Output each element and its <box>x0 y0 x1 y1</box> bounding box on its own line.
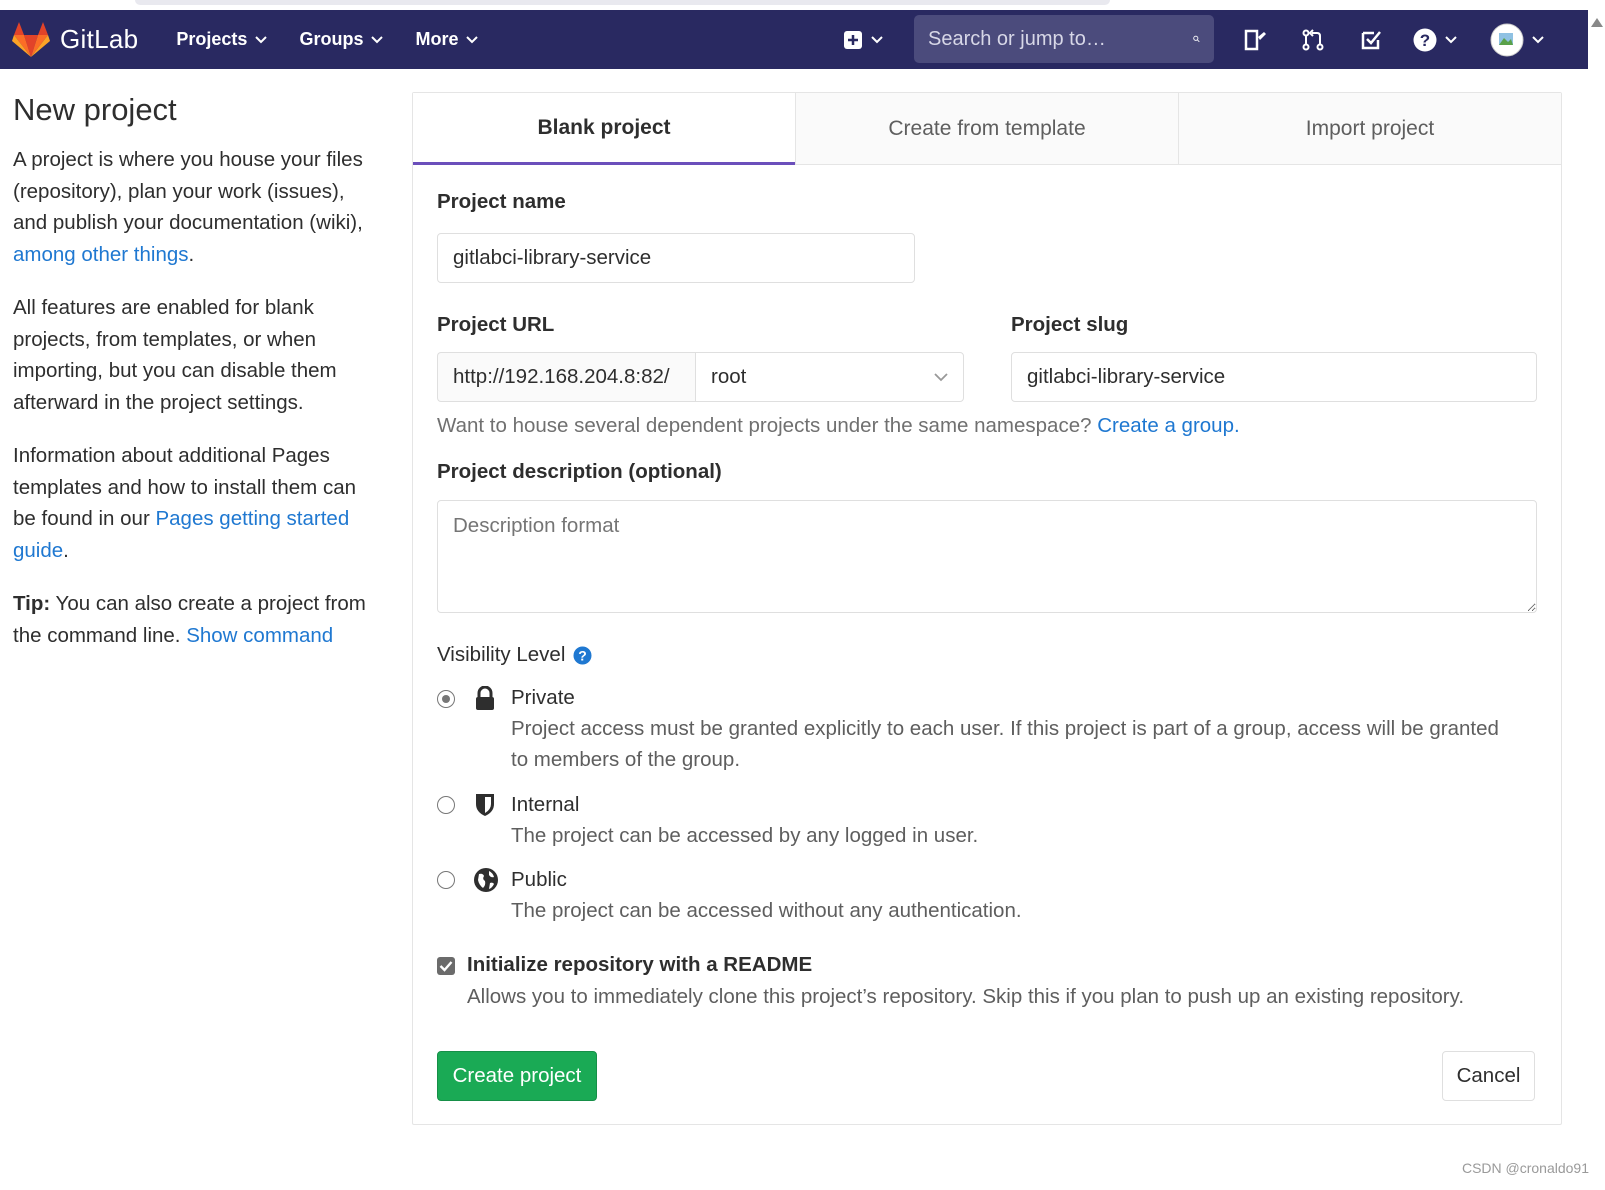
lock-icon <box>476 686 494 710</box>
help-dropdown[interactable]: ? <box>1413 10 1457 69</box>
pages-end: . <box>63 538 69 562</box>
avatar <box>1490 23 1524 56</box>
chevron-down-icon <box>371 35 384 43</box>
visibility-public-title: Public <box>511 868 567 891</box>
cancel-button[interactable]: Cancel <box>1442 1051 1535 1101</box>
intro-paragraph: A project is where you house your files … <box>13 144 368 270</box>
chevron-down-icon <box>255 35 268 43</box>
intro-end: . <box>188 242 195 266</box>
readme-label: Initialize repository with a README <box>467 953 813 976</box>
nav-menu: Projects Groups More <box>176 29 510 50</box>
browser-strip <box>0 0 1605 10</box>
visibility-private-title: Private <box>511 686 575 709</box>
globe-icon <box>474 868 498 892</box>
show-command-link[interactable]: Show command <box>186 624 333 647</box>
visibility-private-desc: Project access must be granted explicitl… <box>511 717 1499 771</box>
sidebar-info: New project A project is where you house… <box>13 92 368 673</box>
brand-name: GitLab <box>60 24 139 54</box>
search-input[interactable] <box>928 27 1193 51</box>
nav-groups-label: Groups <box>299 29 364 49</box>
project-name-label: Project name <box>437 190 566 213</box>
tip-label: Tip: <box>13 592 51 615</box>
svg-text:?: ? <box>579 647 588 663</box>
todos-button[interactable] <box>1360 10 1382 69</box>
browser-tab-bar <box>135 0 1110 5</box>
gitlab-logo-icon <box>12 21 50 57</box>
help-icon: ? <box>1413 28 1437 51</box>
visibility-internal-title: Internal <box>511 793 580 816</box>
merge-requests-button[interactable] <box>1302 10 1324 69</box>
chevron-down-icon <box>871 35 883 43</box>
chevron-down-icon <box>1532 35 1544 43</box>
nav-groups-dropdown[interactable]: Groups <box>299 29 384 50</box>
user-menu-dropdown[interactable] <box>1490 10 1544 69</box>
gitlab-home-link[interactable]: GitLab <box>12 21 139 58</box>
page-title: New project <box>13 92 177 127</box>
project-slug-input[interactable]: gitlabci-library-service <box>1011 352 1537 402</box>
namespace-hint: Want to house several dependent projects… <box>437 414 1240 438</box>
search-icon[interactable] <box>1193 29 1200 49</box>
scroll-up-arrow-icon[interactable] <box>1591 18 1603 27</box>
pages-paragraph: Information about additional Pages templ… <box>13 440 368 566</box>
visibility-label: Visibility Level <box>437 643 566 666</box>
intro-text: A project is where you house your files … <box>13 148 363 234</box>
project-name-input[interactable]: gitlabci-library-service <box>437 233 915 283</box>
new-dropdown-button[interactable] <box>843 10 883 69</box>
tab-import-project[interactable]: Import project <box>1178 93 1561 165</box>
tab-blank-project[interactable]: Blank project <box>413 93 795 165</box>
project-description-input[interactable] <box>437 500 1537 613</box>
nav-projects-dropdown[interactable]: Projects <box>176 29 268 50</box>
project-url-group: http://192.168.204.8:82/ root <box>437 352 964 402</box>
tab-blank-project-label: Blank project <box>537 115 671 139</box>
nav-more-dropdown[interactable]: More <box>415 29 479 50</box>
visibility-public-desc: The project can be accessed without any … <box>511 899 1022 922</box>
project-url-prefix: http://192.168.204.8:82/ <box>437 352 695 402</box>
visibility-public-radio[interactable] <box>437 871 455 889</box>
namespace-hint-text: Want to house several dependent projects… <box>437 414 1098 437</box>
issues-button[interactable] <box>1243 10 1267 69</box>
project-url-label: Project URL <box>437 313 555 336</box>
visibility-internal-desc: The project can be accessed by any logge… <box>511 824 979 847</box>
question-circle-icon[interactable]: ? <box>573 646 592 665</box>
create-group-link[interactable]: Create a group. <box>1097 414 1239 437</box>
merge-request-icon <box>1302 28 1324 50</box>
check-icon <box>439 961 453 972</box>
tab-import-label: Import project <box>1305 116 1435 140</box>
svg-text:?: ? <box>1420 31 1430 50</box>
nav-projects-label: Projects <box>176 29 248 49</box>
namespace-select[interactable]: root <box>695 352 964 402</box>
watermark: CSDN @cronaldo91 <box>1461 1160 1589 1176</box>
visibility-internal-radio[interactable] <box>437 796 455 814</box>
plus-square-icon <box>844 30 862 49</box>
issues-icon <box>1244 29 1266 50</box>
readme-desc: Allows you to immediately clone this pro… <box>467 985 1465 1008</box>
page-scrollbar[interactable] <box>1588 0 1605 1190</box>
project-description-label: Project description (optional) <box>437 460 722 483</box>
features-paragraph: All features are enabled for blank proje… <box>13 296 337 414</box>
shield-icon <box>476 794 494 816</box>
visibility-heading: Visibility Level ? <box>437 643 592 667</box>
chevron-down-icon <box>1445 35 1457 43</box>
readme-checkbox[interactable] <box>437 957 455 975</box>
tab-template-label: Create from template <box>888 116 1086 140</box>
namespace-value: root <box>711 365 747 388</box>
project-slug-label: Project slug <box>1011 313 1129 336</box>
create-project-button[interactable]: Create project <box>437 1051 597 1101</box>
visibility-private-radio[interactable] <box>437 690 455 708</box>
project-tabs: Blank project Create from template Impor… <box>413 93 1561 165</box>
tip-paragraph: Tip: You can also create a project from … <box>13 588 368 651</box>
chevron-down-icon <box>934 372 948 381</box>
todo-check-icon <box>1361 30 1381 49</box>
search-box <box>914 15 1214 63</box>
among-other-things-link[interactable]: among other things <box>13 243 189 266</box>
chevron-down-icon <box>466 35 479 43</box>
tab-create-from-template[interactable]: Create from template <box>795 93 1178 165</box>
nav-more-label: More <box>415 29 459 49</box>
top-navbar: GitLab Projects Groups More ? <box>0 10 1588 69</box>
